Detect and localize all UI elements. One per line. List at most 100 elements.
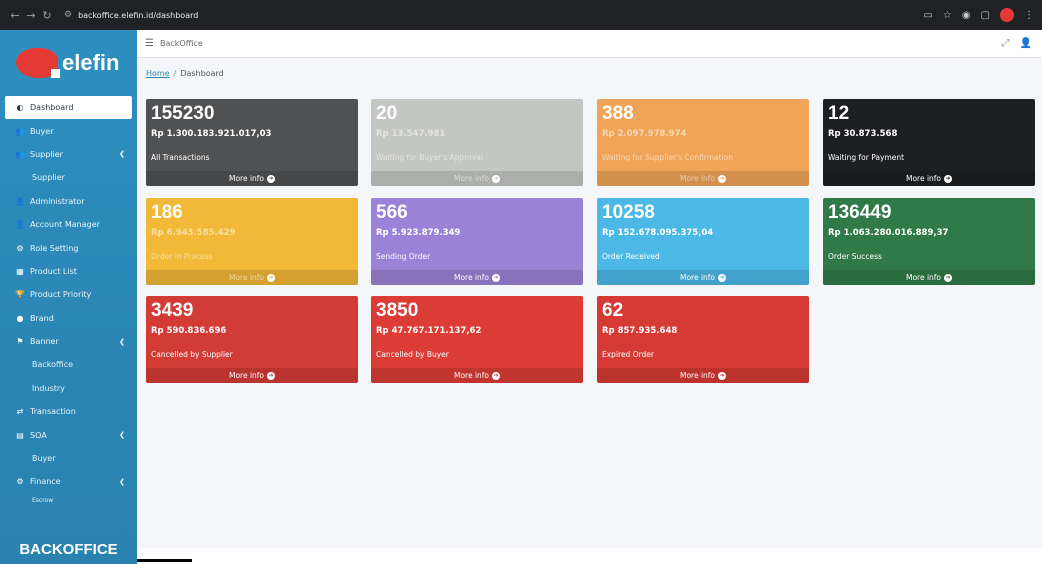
sidebar-item-buyer[interactable]: 👥 Buyer (0, 119, 137, 142)
logo-text: elefin (62, 50, 120, 75)
stat-amount: Rp 6.943.585.429 (151, 228, 236, 238)
sidebar-item-role-setting[interactable]: ⚙ Role Setting (0, 236, 137, 259)
stat-card: 3439 Rp 590.836.696 Cancelled by Supplier M… (146, 296, 358, 383)
stat-card: 388 Rp 2.097.978.974 Waiting for Supplier'… (597, 99, 809, 186)
sidebar-item-supplier[interactable]: Supplier (0, 166, 137, 189)
stat-card: 62 Rp 857.935.648 Expired Order More info ➜ (597, 296, 809, 383)
users-icon: 👥 (15, 126, 25, 136)
stat-label: Waiting for Supplier's Confirmation (602, 153, 734, 162)
sidebar-item-label: Product Priority (30, 290, 92, 300)
sidebar-item-label: Administrator (30, 196, 85, 206)
sidebar-item-label: Brand (30, 313, 54, 323)
more-info-label: More info (679, 371, 716, 380)
stat-label: Order in Process (151, 252, 213, 261)
sidebar-item-transaction[interactable]: ⇄ Transaction (0, 400, 137, 423)
more-info-link[interactable]: More info ➜ (371, 368, 583, 383)
sidebar-item-administrator[interactable]: 👤 Administrator (0, 190, 137, 213)
breadcrumb: Home / Dashboard (146, 69, 224, 78)
sidebar-item-supplier[interactable]: 👥 Supplier ❮ (0, 143, 137, 166)
bookmark-star-icon[interactable]: ☆ (943, 10, 952, 21)
arrow-circle-right-icon: ➜ (718, 371, 727, 380)
sidebar-item-label: Escrow (32, 497, 54, 505)
sidebar-item-escrow[interactable]: Escrow (0, 494, 137, 508)
stat-count: 3439 (151, 300, 194, 321)
breadcrumb-current: Dashboard (180, 69, 224, 78)
breadcrumb-home-link[interactable]: Home (146, 69, 170, 78)
stat-count: 186 (151, 202, 183, 223)
address-bar[interactable]: ⚙ backoffice.elefin.id/dashboard (64, 5, 198, 25)
logo[interactable]: elefin (0, 30, 137, 96)
arrow-circle-right-icon: ➜ (944, 174, 953, 183)
more-info-link[interactable]: More info ➜ (823, 270, 1035, 285)
sidebar-item-finance[interactable]: ⚙ Finance ❮ (0, 470, 137, 493)
more-info-link[interactable]: More info ➜ (597, 270, 809, 285)
sidebar-item-product-priority[interactable]: 🏆 Product Priority (0, 283, 137, 306)
sidebar-item-product-list[interactable]: ▦ Product List (0, 260, 137, 283)
more-info-link[interactable]: More info ➜ (146, 368, 358, 383)
stat-label: Waiting for Payment (828, 153, 905, 162)
stat-label: Sending Order (376, 252, 431, 261)
profile-avatar[interactable] (1000, 8, 1014, 22)
sidebar-item-account-manager[interactable]: 👤 Account Manager (0, 213, 137, 236)
stat-amount: Rp 47.767.171.137,62 (376, 326, 482, 336)
more-menu-icon[interactable]: ⋮ (1024, 10, 1034, 21)
sidebar-item-buyer[interactable]: Buyer (0, 447, 137, 470)
stat-amount: Rp 13.547.981 (376, 129, 446, 139)
chevron-left-icon: ❮ (119, 337, 125, 346)
more-info-label: More info (228, 174, 265, 183)
more-info-link[interactable]: More info ➜ (371, 270, 583, 285)
site-info-icon[interactable]: ⚙ (64, 10, 72, 20)
more-info-label: More info (228, 273, 265, 282)
more-info-link[interactable]: More info ➜ (597, 368, 809, 383)
arrow-circle-right-icon: ➜ (267, 273, 276, 282)
sidebar-item-soa[interactable]: ▤ SOA ❮ (0, 423, 137, 446)
reload-icon[interactable]: ↻ (40, 9, 54, 22)
back-icon[interactable]: ← (8, 9, 22, 22)
sidebar-item-label: Supplier (30, 149, 63, 159)
stat-count: 62 (602, 300, 624, 321)
users-icon: 👥 (15, 149, 25, 159)
more-info-link[interactable]: More info ➜ (146, 171, 358, 186)
sidebar-item-banner[interactable]: ⚑ Banner ❮ (0, 330, 137, 353)
sidebar-item-backoffice[interactable]: Backoffice (0, 353, 137, 376)
more-info-label: More info (679, 174, 716, 183)
stat-card: 20 Rp 13.547.981 Waiting for Buyer's Appro… (371, 99, 583, 186)
more-info-label: More info (453, 371, 490, 380)
sidebar-item-brand[interactable]: ● Brand (0, 307, 137, 330)
hamburger-menu-icon[interactable]: ☰ (145, 38, 154, 49)
sidebar-item-dashboard[interactable]: ◐ Dashboard (5, 96, 132, 120)
more-info-link[interactable]: More info ➜ (597, 171, 809, 186)
stat-amount: Rp 2.097.978.974 (602, 129, 687, 139)
more-info-link[interactable]: More info ➜ (371, 171, 583, 186)
fullscreen-icon[interactable]: ⤢ (1002, 38, 1010, 49)
forward-icon[interactable]: → (24, 9, 38, 22)
sidebar-item-label: Banner (30, 337, 59, 347)
trophy-icon: 🏆 (15, 290, 25, 300)
stat-count: 10258 (602, 202, 655, 223)
tab-icon[interactable]: ▢ (981, 10, 990, 21)
cast-icon[interactable]: ▭ (923, 10, 932, 21)
browser-toolbar: ← → ↻ ⚙ backoffice.elefin.id/dashboard ▭… (0, 0, 1042, 30)
sidebar-item-industry[interactable]: Industry (0, 377, 137, 400)
sidebar-footer: BACKOFFICE (0, 534, 137, 564)
more-info-label: More info (453, 174, 490, 183)
stat-count: 566 (376, 202, 408, 223)
sidebar-item-label: Account Manager (30, 220, 100, 230)
stat-count: 388 (602, 103, 634, 124)
user-icon[interactable]: 👤 (1020, 38, 1032, 49)
cubes-icon: ▦ (16, 266, 24, 276)
more-info-link[interactable]: More info ➜ (146, 270, 358, 285)
chevron-left-icon: ❮ (119, 431, 125, 440)
arrow-circle-right-icon: ➜ (944, 273, 953, 282)
extension-icon[interactable]: ◉ (962, 10, 971, 21)
stat-amount: Rp 1.300.183.921.017,03 (151, 129, 272, 139)
flag-icon: ⚑ (16, 337, 24, 347)
user-cog-icon: 👤 (15, 196, 25, 206)
elephant-logo-icon (16, 46, 60, 80)
more-info-link[interactable]: More info ➜ (823, 171, 1035, 186)
users-cog-icon: ⚙ (16, 243, 24, 253)
more-info-label: More info (905, 174, 942, 183)
browser-actions: ▭ ☆ ◉ ▢ ⋮ (923, 8, 1034, 22)
stat-label: Expired Order (602, 350, 655, 359)
stat-card: 155230 Rp 1.300.183.921.017,03 All Transac… (146, 99, 358, 186)
